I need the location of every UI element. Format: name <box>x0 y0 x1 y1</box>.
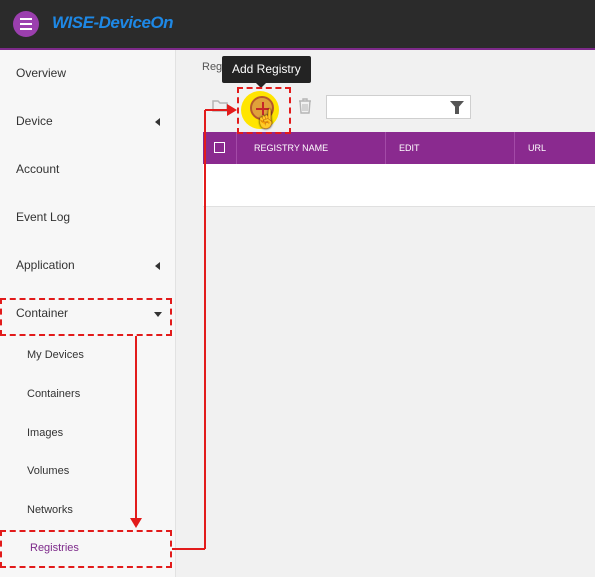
annotation-box-add-button <box>237 87 291 134</box>
chevron-left-icon <box>155 262 160 270</box>
sidebar-item-application[interactable]: Application <box>0 242 175 290</box>
top-bar: WISE-DeviceOn <box>0 0 595 50</box>
column-divider <box>514 132 515 164</box>
sidebar-item-device[interactable]: Device <box>0 98 175 146</box>
sidebar-item-event-log[interactable]: Event Log <box>0 194 175 242</box>
annotation-box-registries <box>0 530 172 568</box>
chevron-left-icon <box>155 118 160 126</box>
sidebar-subitem-label: Containers <box>27 388 81 400</box>
column-header-registry-name[interactable]: REGISTRY NAME <box>254 132 328 164</box>
sidebar-subitem-label: Images <box>27 427 64 439</box>
sidebar-subitem-networks[interactable]: Networks <box>0 492 175 530</box>
filter-icon[interactable] <box>450 101 464 114</box>
table-header: REGISTRY NAME EDIT URL <box>203 132 595 164</box>
brand-logo: WISE-DeviceOn <box>52 13 174 32</box>
hamburger-menu-icon[interactable] <box>13 11 39 37</box>
sidebar-subitem-images[interactable]: Images <box>0 415 175 453</box>
column-header-url[interactable]: URL <box>528 132 546 164</box>
sidebar-subitem-my-devices[interactable]: My Devices <box>0 337 175 375</box>
table-empty-body <box>203 164 595 207</box>
sidebar-item-label: Overview <box>16 66 67 80</box>
sidebar-subitem-containers[interactable]: Containers <box>0 376 175 414</box>
sidebar-item-label: Account <box>16 162 60 176</box>
column-divider <box>385 132 386 164</box>
sidebar-subitem-label: Volumes <box>27 465 70 477</box>
sidebar-item-overview[interactable]: Overview <box>0 50 175 98</box>
column-header-edit[interactable]: EDIT <box>399 132 420 164</box>
sidebar-item-label: Device <box>16 114 53 128</box>
sidebar-item-label: Event Log <box>16 210 71 224</box>
folder-icon[interactable] <box>212 98 228 116</box>
column-divider <box>236 132 237 164</box>
sidebar-subitem-volumes[interactable]: Volumes <box>0 453 175 491</box>
sidebar-subitem-label: Networks <box>27 504 73 516</box>
trash-icon[interactable] <box>298 98 312 118</box>
filter-input[interactable] <box>326 95 471 119</box>
sidebar-subitem-label: My Devices <box>27 349 84 361</box>
add-registry-tooltip: Add Registry <box>222 56 311 88</box>
sidebar-item-account[interactable]: Account <box>0 146 175 194</box>
select-all-checkbox[interactable] <box>214 142 225 153</box>
annotation-box-container <box>0 298 172 336</box>
sidebar-item-label: Application <box>16 258 75 272</box>
breadcrumb: Reg <box>202 61 223 73</box>
